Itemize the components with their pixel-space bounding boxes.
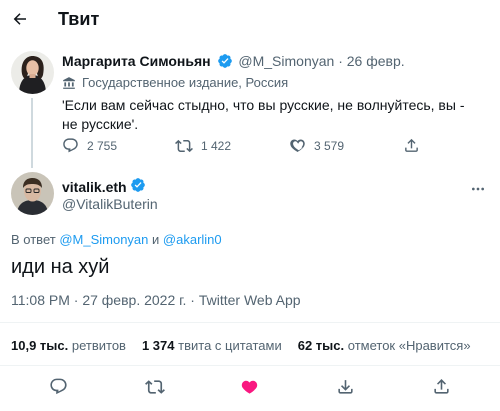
more-options-icon[interactable] bbox=[470, 181, 486, 197]
quoted-handle[interactable]: @M_Simonyan bbox=[238, 53, 334, 69]
avatar-vitalik[interactable] bbox=[11, 172, 54, 215]
stat-likes[interactable]: 62 тыс. отметок «Нравится» bbox=[298, 338, 471, 353]
reply-to-mention-1[interactable]: @M_Simonyan bbox=[59, 232, 148, 247]
main-author-name[interactable]: vitalik.eth bbox=[62, 179, 127, 195]
share-icon bbox=[403, 137, 420, 154]
quoted-tweet-text: 'Если вам сейчас стыдно, что вы русские,… bbox=[62, 97, 465, 132]
like-button[interactable] bbox=[240, 377, 259, 396]
quoted-retweet-count: 1 422 bbox=[201, 139, 232, 153]
quoted-share-action[interactable] bbox=[403, 137, 420, 154]
share-icon bbox=[432, 377, 451, 396]
quoted-retweet-action[interactable]: 1 422 bbox=[175, 137, 231, 155]
tweet-meta[interactable]: 11:08 PM · 27 февр. 2022 г. · Twitter We… bbox=[11, 292, 301, 308]
page-title: Твит bbox=[58, 9, 100, 29]
quoted-like-count: 3 579 bbox=[314, 138, 345, 153]
quoted-author-row: Маргарита Симоньян @M_Simonyan · 26 февр… bbox=[62, 53, 405, 72]
reply-prefix: В ответ bbox=[11, 232, 56, 247]
thread-line bbox=[31, 98, 33, 168]
divider-bottom bbox=[0, 365, 500, 366]
stats-row: 10,9 тыс. ретвитов 1 374 твита с цитатам… bbox=[11, 338, 471, 353]
quoted-separator: · bbox=[338, 53, 343, 70]
reply-to-mention-2[interactable]: @akarlin0 bbox=[163, 232, 222, 247]
main-handle[interactable]: @VitalikButerin bbox=[62, 196, 158, 212]
retweet-icon bbox=[145, 377, 165, 397]
quoted-reply-count: 2 755 bbox=[87, 138, 118, 153]
reply-icon bbox=[62, 137, 79, 154]
quoted-like-action[interactable]: 3 579 bbox=[289, 137, 344, 154]
stat-retweets-count: 10,9 тыс. bbox=[11, 338, 69, 353]
main-author-row: vitalik.eth bbox=[62, 177, 146, 196]
state-building-icon bbox=[62, 76, 76, 90]
reply-button[interactable] bbox=[49, 377, 68, 396]
stat-retweets[interactable]: 10,9 тыс. ретвитов bbox=[11, 338, 126, 353]
divider-top bbox=[0, 322, 500, 323]
state-media-label[interactable]: Государственное издание, Россия bbox=[62, 75, 288, 90]
verified-badge-icon bbox=[130, 177, 146, 196]
stat-quotes-count: 1 374 bbox=[141, 338, 175, 353]
reply-context: В ответ @M_Simonyan и @akarlin0 bbox=[11, 232, 222, 247]
download-icon bbox=[336, 377, 355, 396]
main-tweet-text: иди на хуй bbox=[11, 256, 110, 278]
heart-filled-icon bbox=[240, 377, 259, 396]
stat-likes-label: отметок «Нравится» bbox=[347, 338, 471, 353]
share-button[interactable] bbox=[432, 377, 451, 396]
state-media-text: Государственное издание, Россия bbox=[82, 75, 289, 90]
quoted-author-name[interactable]: Маргарита Симоньян bbox=[62, 53, 211, 69]
bookmark-download-button[interactable] bbox=[336, 377, 355, 396]
retweet-icon bbox=[175, 137, 193, 155]
reply-and: и bbox=[152, 232, 160, 247]
stat-retweets-label: ретвитов bbox=[71, 338, 126, 353]
quoted-reply-action[interactable]: 2 755 bbox=[62, 137, 117, 154]
avatar-simonyan[interactable] bbox=[11, 51, 54, 94]
retweet-button[interactable] bbox=[145, 377, 165, 397]
stat-quotes-label: твита с цитатами bbox=[178, 338, 282, 353]
heart-outline-icon bbox=[289, 137, 306, 154]
stat-quotes[interactable]: 1 374 твита с цитатами bbox=[142, 338, 282, 353]
back-arrow-icon[interactable] bbox=[11, 10, 29, 28]
verified-badge-icon bbox=[217, 53, 233, 72]
reply-icon bbox=[49, 377, 68, 396]
quoted-date[interactable]: 26 февр. bbox=[347, 53, 405, 69]
stat-likes-count: 62 тыс. bbox=[297, 338, 345, 353]
